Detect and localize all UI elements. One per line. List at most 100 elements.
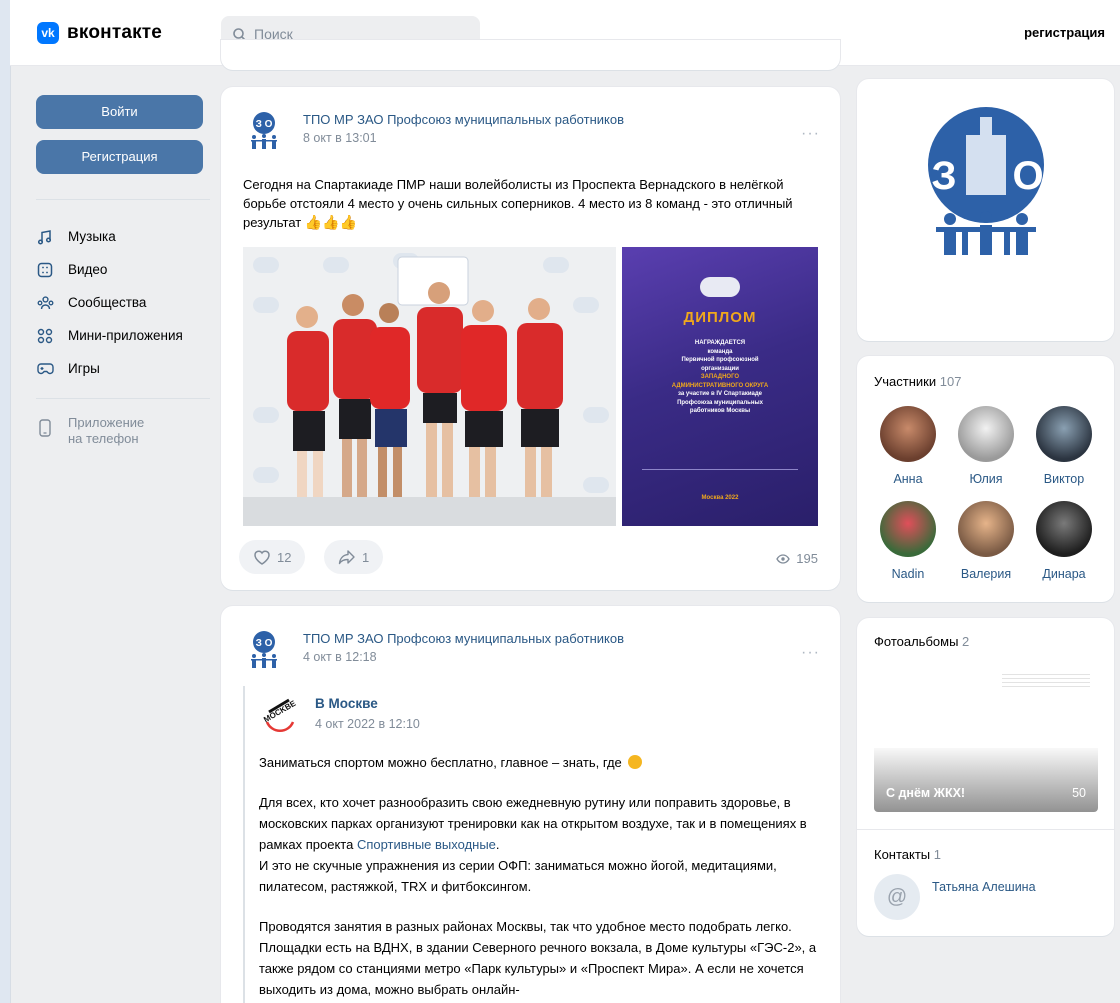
sidebar-nav: Музыка Видео Сообщества Мини-приложения … [36,220,210,385]
post-text: Сегодня на Спартакиаде ПМР наши волейбол… [243,175,823,232]
more-options-icon[interactable]: ··· [801,644,820,662]
sidebar-item-music[interactable]: Музыка [36,220,210,253]
contact-name: Татьяна Алешина [932,880,1036,894]
albums-contacts-card: Фотоальбомы 2 С днём ЖКХ! 50 Контакты 1 … [857,618,1114,936]
sidebar-item-label: Видео [68,262,108,277]
diploma-text: НАГРАЖДАЕТСЯ команда Первичной профсоюзн… [622,339,818,416]
repost-paragraph-text: . [495,837,500,852]
post-photo-diploma[interactable]: ДИПЛОМ НАГРАЖДАЕТСЯ команда Первичной пр… [622,247,818,526]
avatar [958,501,1014,557]
share-count: 1 [362,549,370,565]
register-link[interactable]: регистрация [1024,25,1105,40]
sidebar-item-label: Сообщества [68,295,147,310]
post-header: З О ТПО МР ЗАО Профсоюз муниципальных ра… [243,628,624,670]
post-date[interactable]: 8 окт в 13:01 [303,131,624,145]
member-name: Nadin [891,567,925,581]
sidebar-item-mini-apps[interactable]: Мини-приложения [36,319,210,352]
like-button[interactable]: 12 [239,540,306,574]
contacts-count: 1 [933,847,942,862]
sport-weekends-link[interactable]: Спортивные выходные [357,837,496,852]
card-divider [857,829,1114,830]
contacts-title[interactable]: Контакты 1 [874,847,941,862]
repost-paragraph-text: Для всех, кто хочет разнообразить свою е… [259,795,807,852]
diploma-line: ЗАПАДНОГО [700,374,740,380]
member-item[interactable]: Nadin [873,501,943,581]
repost-paragraph-text: Заниматься спортом можно бесплатно, глав… [259,755,622,770]
avatar [880,501,936,557]
repost-paragraph: Заниматься спортом можно бесплатно, глав… [259,752,829,773]
svg-text:З О: З О [256,638,273,649]
avatar [1036,406,1092,462]
sidebar-divider [36,199,210,200]
contact-item[interactable]: @ Татьяна Алешина [874,874,1036,920]
avatar [958,406,1014,462]
sidebar-item-communities[interactable]: Сообщества [36,286,210,319]
app-label-line1: Приложение [68,415,145,430]
post-author[interactable]: ТПО МР ЗАО Профсоюз муниципальных работн… [303,631,624,646]
sidebar-item-label: Музыка [68,229,116,244]
album-scan-text [1002,674,1090,688]
logo-text: вконтакте [67,22,163,43]
sidebar-item-mobile-app[interactable]: Приложение на телефон [36,415,144,447]
sidebar-item-games[interactable]: Игры [36,352,210,385]
member-name: Валерия [960,567,1012,581]
sidebar-divider [36,398,210,399]
views-count: 195 [796,551,818,566]
repost-paragraph: Для всех, кто хочет разнообразить свою е… [259,792,829,855]
v-moskve-avatar-icon[interactable]: MOCKBE [259,692,301,734]
more-options-icon[interactable]: ··· [801,125,820,143]
vk-logo-icon: vk [37,22,59,44]
diploma-signature-line [642,469,798,470]
albums-count: 2 [962,634,970,649]
album-thumbnail[interactable]: С днём ЖКХ! 50 [874,666,1098,812]
video-icon [36,261,54,279]
member-item[interactable]: Валерия [951,501,1021,581]
post-author[interactable]: ТПО МР ЗАО Профсоюз муниципальных работн… [303,112,624,127]
org-avatar-icon[interactable]: З О [243,109,285,151]
gamepad-icon [36,360,54,378]
search-icon [233,27,246,41]
eye-icon [776,553,791,564]
repost-author[interactable]: В Москве [315,696,420,711]
vk-logo[interactable]: vk вконтакте [37,22,162,44]
mini-apps-icon [36,327,54,345]
sidebar-item-label: Мини-приложения [68,328,183,343]
share-icon [338,550,355,565]
diploma-line: организации [701,365,739,372]
album-name: С днём ЖКХ! [886,786,966,800]
thumbs-up-emoji: 👍👍👍 [304,214,358,230]
albums-title[interactable]: Фотоальбомы 2 [874,634,969,649]
diploma-line: АДМИНИСТРАТИВНОГО ОКРУГА [671,382,769,389]
post-card: З О ТПО МР ЗАО Профсоюз муниципальных ра… [221,87,840,590]
org-avatar-icon[interactable]: З О [243,628,285,670]
communities-icon [36,294,54,312]
ok-hand-emoji [628,755,643,769]
diploma-line: Первичной профсоюзной [681,357,759,363]
post-date[interactable]: 4 окт в 12:18 [303,650,624,664]
repost-text: Заниматься спортом можно бесплатно, глав… [259,752,829,1000]
album-overlay [874,748,1098,812]
member-item[interactable]: Анна [873,406,943,486]
members-title[interactable]: Участники 107 [874,374,961,389]
member-item[interactable]: Юлия [951,406,1021,486]
register-button[interactable]: Регистрация [36,140,203,174]
albums-label: Фотоальбомы [874,634,959,649]
member-name: Юлия [969,472,1003,486]
login-button[interactable]: Войти [36,95,203,129]
diploma-line: Профсоюза муниципальных [677,399,763,406]
share-button[interactable]: 1 [324,540,384,574]
like-count: 12 [277,549,292,565]
music-icon [36,228,54,246]
team-photo-image [243,247,616,526]
repost-paragraph: Проводятся занятия в разных районах Моск… [259,919,817,997]
svg-text:О: О [1012,154,1043,198]
repost-date[interactable]: 4 окт 2022 в 12:10 [315,717,420,731]
views-counter: 195 [776,551,818,566]
member-name: Динара [1042,567,1086,581]
member-item[interactable]: Динара [1029,501,1099,581]
community-logo-icon: З О [928,107,1044,255]
sidebar-item-video[interactable]: Видео [36,253,210,286]
svg-text:З О: З О [256,119,273,130]
post-photo-team[interactable] [243,247,616,526]
member-item[interactable]: Виктор [1029,406,1099,486]
